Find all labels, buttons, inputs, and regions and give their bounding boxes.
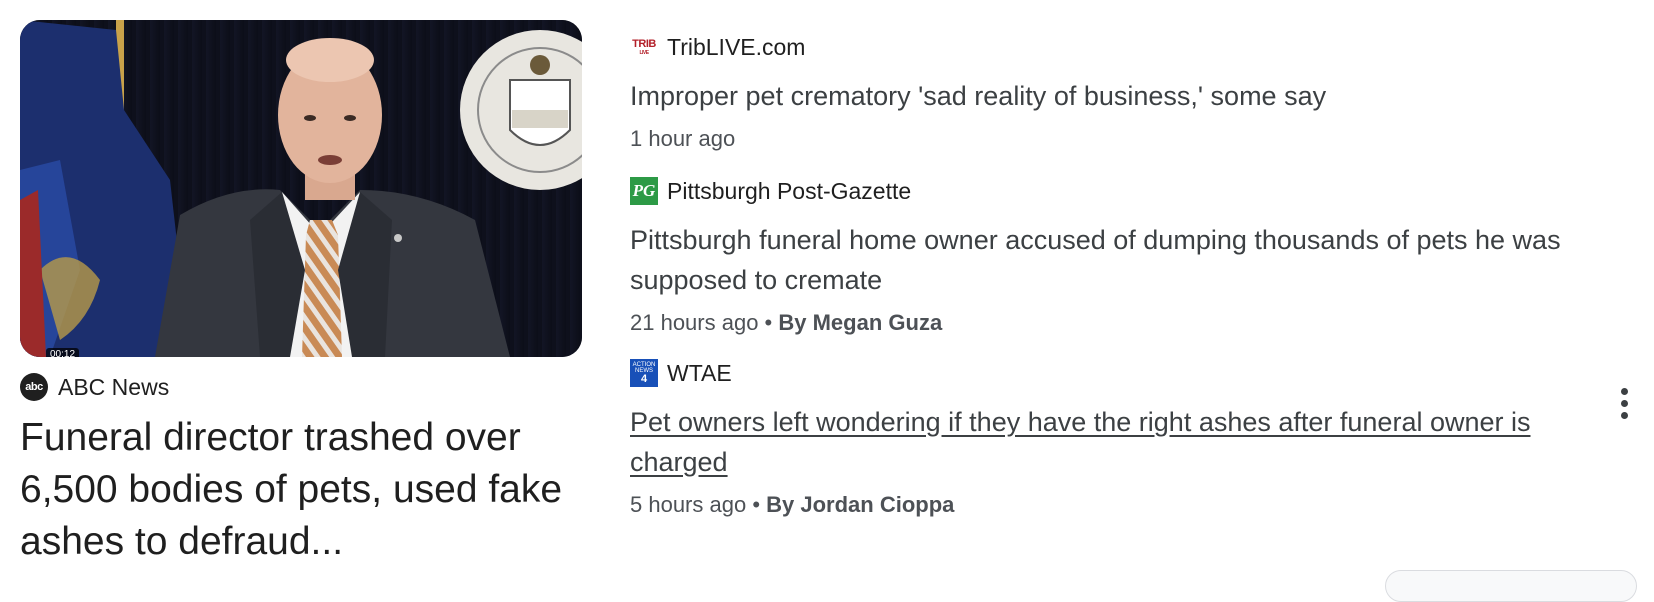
featured-source[interactable]: abc ABC News	[20, 372, 169, 402]
post-gazette-logo-icon: PG	[630, 177, 658, 205]
story-source: TRIB LIVE TribLIVE.com	[630, 32, 1630, 62]
more-news-button-partial[interactable]	[1385, 570, 1637, 602]
story-source-name: TribLIVE.com	[667, 33, 806, 60]
story-time: 1 hour ago	[630, 126, 736, 151]
more-vert-icon[interactable]	[1614, 383, 1634, 423]
featured-video-thumbnail[interactable]: 00:12	[20, 20, 582, 357]
story-meta: 5 hours ago • By Jordan Cioppa	[630, 492, 1630, 518]
meta-separator: •	[758, 310, 779, 335]
story-author: By Megan Guza	[778, 310, 943, 335]
more-dot	[1620, 399, 1628, 407]
more-dot	[1620, 411, 1628, 419]
story-source-name: Pittsburgh Post-Gazette	[667, 177, 912, 204]
story-source: PG Pittsburgh Post-Gazette	[630, 176, 1630, 206]
abc-news-logo-icon: abc	[20, 373, 48, 401]
story-item[interactable]: ACTION NEWS 4 WTAE Pet owners left wonde…	[630, 358, 1630, 518]
triblive-logo-subtext: LIVE	[639, 49, 649, 56]
story-source-name: WTAE	[667, 359, 732, 386]
triblive-logo-text: TRIB	[632, 37, 656, 50]
video-thumbnail-image	[20, 20, 582, 357]
story-item[interactable]: PG Pittsburgh Post-Gazette Pittsburgh fu…	[630, 176, 1630, 336]
story-time: 21 hours ago	[630, 310, 759, 335]
story-meta: 1 hour ago	[630, 126, 1630, 152]
video-duration-badge: 00:12	[46, 348, 80, 357]
story-item[interactable]: TRIB LIVE TribLIVE.com Improper pet crem…	[630, 32, 1630, 152]
story-time: 5 hours ago	[630, 492, 747, 517]
story-headline-link[interactable]: Pittsburgh funeral home owner accused of…	[630, 220, 1630, 300]
wtae-logo-icon: ACTION NEWS 4	[630, 359, 658, 387]
wtae-logo-number: 4	[640, 372, 648, 385]
story-headline-link[interactable]: Improper pet crematory 'sad reality of b…	[630, 76, 1630, 116]
more-dot	[1620, 387, 1628, 395]
featured-headline-link[interactable]: Funeral director trashed over 6,500 bodi…	[20, 412, 580, 568]
story-headline-link[interactable]: Pet owners left wondering if they have t…	[630, 402, 1630, 482]
story-meta: 21 hours ago • By Megan Guza	[630, 310, 1630, 336]
wtae-logo-text: ACTION NEWS	[632, 361, 656, 374]
story-source: ACTION NEWS 4 WTAE	[630, 358, 1630, 388]
story-author: By Jordan Cioppa	[766, 492, 955, 517]
triblive-logo-icon: TRIB LIVE	[630, 35, 658, 59]
featured-source-name: ABC News	[58, 373, 170, 400]
meta-separator: •	[746, 492, 767, 517]
